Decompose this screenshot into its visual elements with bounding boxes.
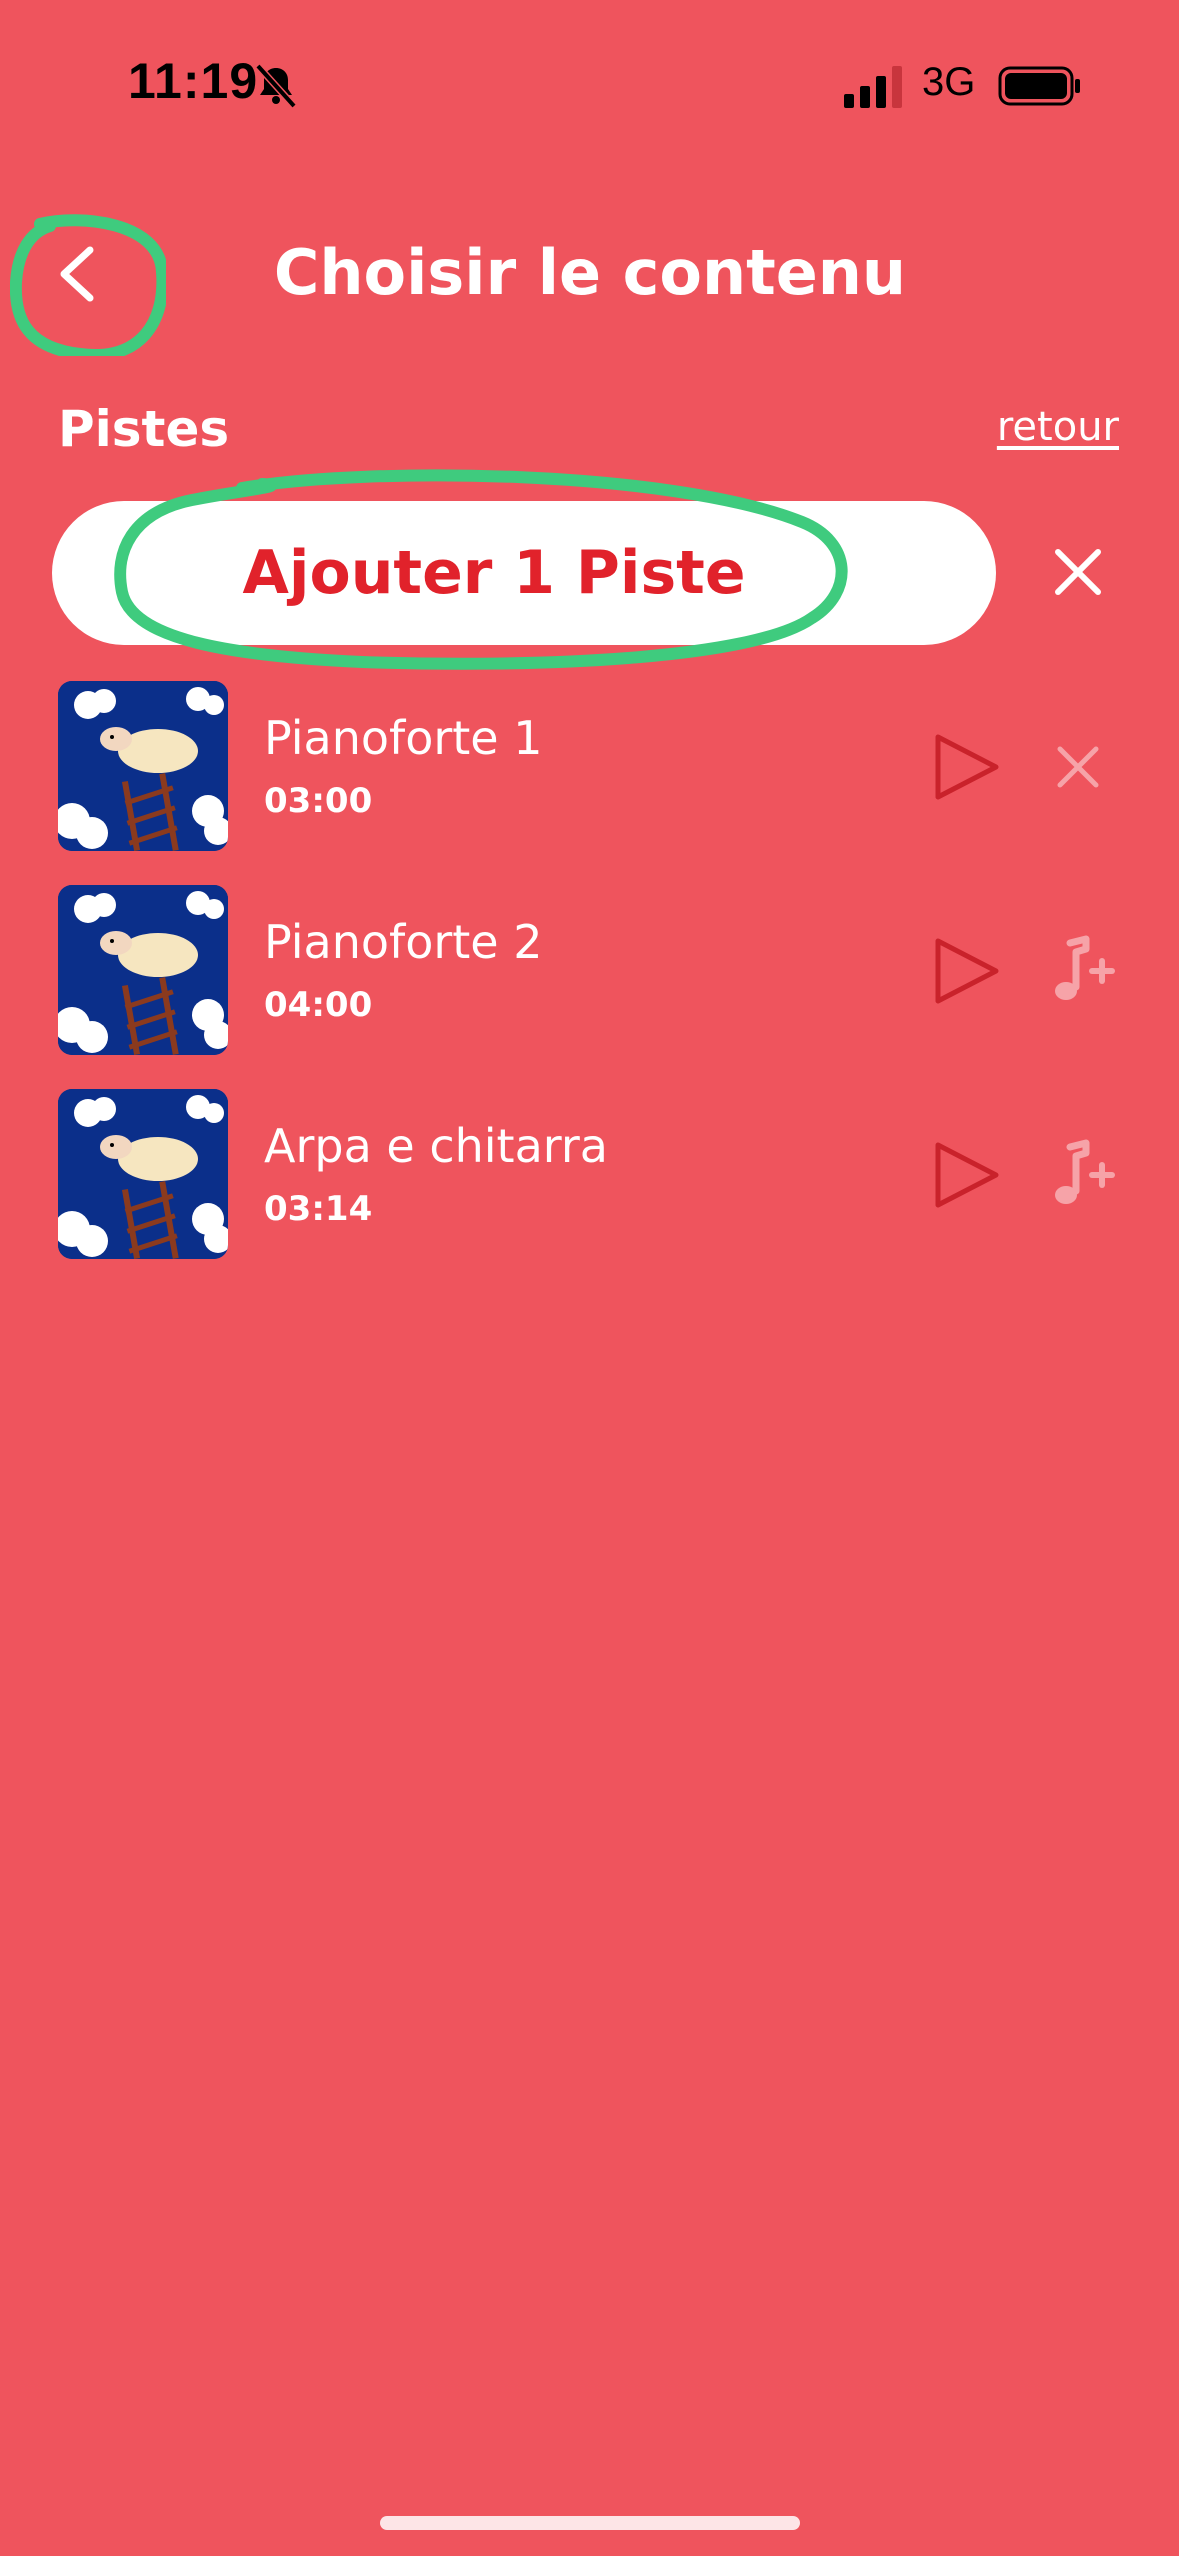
- home-indicator[interactable]: [380, 2516, 800, 2530]
- track-title: Arpa e chitarra: [264, 1119, 608, 1173]
- track-title: Pianoforte 2: [264, 915, 543, 969]
- track-artwork: [58, 885, 228, 1055]
- network-type: 3G: [922, 60, 976, 104]
- add-music-icon[interactable]: [1036, 929, 1120, 1013]
- add-music-icon[interactable]: [1036, 1133, 1120, 1217]
- battery-icon: [998, 66, 1080, 106]
- back-button[interactable]: [10, 212, 166, 356]
- track-row[interactable]: Arpa e chitarra 03:14: [58, 1089, 1128, 1259]
- clear-icon[interactable]: [1046, 540, 1110, 604]
- section-label: Pistes: [58, 400, 230, 458]
- page-title: Choisir le contenu: [273, 236, 907, 309]
- track-artwork: [58, 1089, 228, 1259]
- cellular-signal-icon: [844, 66, 902, 108]
- track-duration: 04:00: [264, 985, 373, 1025]
- track-title: Pianoforte 1: [264, 711, 543, 765]
- retour-link[interactable]: retour: [997, 404, 1119, 450]
- play-icon[interactable]: [928, 1137, 1004, 1213]
- play-icon[interactable]: [928, 933, 1004, 1009]
- track-duration: 03:00: [264, 781, 373, 821]
- track-row[interactable]: Pianoforte 2 04:00: [58, 885, 1128, 1055]
- track-artwork: [58, 681, 228, 851]
- chevron-left-icon: [60, 246, 94, 302]
- track-row[interactable]: Pianoforte 1 03:00: [58, 681, 1128, 851]
- status-time: 11:19: [128, 53, 259, 109]
- remove-icon[interactable]: [1036, 725, 1120, 809]
- annotation-highlight-icon: [114, 469, 848, 670]
- silent-bell-icon: [255, 63, 297, 109]
- track-duration: 03:14: [264, 1189, 373, 1229]
- play-icon[interactable]: [928, 729, 1004, 805]
